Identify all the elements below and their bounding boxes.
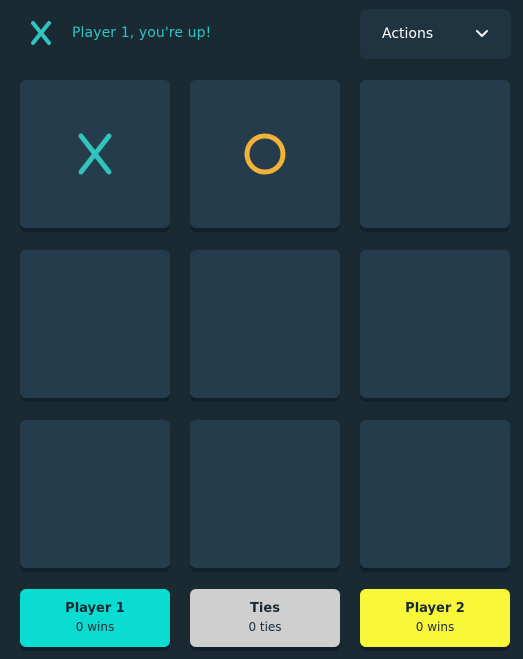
board-cell-1[interactable]: [20, 80, 170, 228]
actions-label: Actions: [382, 26, 434, 42]
board-cell-6[interactable]: [360, 250, 510, 398]
chevron-down-icon: [476, 30, 488, 37]
actions-dropdown[interactable]: Actions: [360, 9, 511, 59]
ties-score-title: Ties: [250, 601, 280, 616]
x-icon: [31, 21, 51, 45]
board-cell-7[interactable]: [20, 420, 170, 568]
player2-score-value: 0 wins: [415, 620, 455, 634]
board-cell-2[interactable]: [190, 80, 340, 228]
x-mark-icon: [78, 133, 112, 175]
board-cell-4[interactable]: [20, 250, 170, 398]
header: Player 1, you're up! Actions: [0, 0, 523, 70]
player2-score: Player 2 0 wins: [360, 589, 510, 647]
board-cell-8[interactable]: [190, 420, 340, 568]
score-bar: Player 1 0 wins Ties 0 ties Player 2 0 w…: [20, 589, 510, 647]
ties-score: Ties 0 ties: [190, 589, 340, 647]
game-board: [20, 80, 510, 568]
tic-tac-toe-app: Player 1, you're up! Actions Player 1 0 …: [0, 0, 523, 659]
o-mark-icon: [244, 133, 286, 175]
turn-indicator: Player 1, you're up!: [28, 14, 211, 52]
board-cell-9[interactable]: [360, 420, 510, 568]
player1-score-value: 0 wins: [75, 620, 115, 634]
player2-score-title: Player 2: [405, 601, 465, 616]
player1-score: Player 1 0 wins: [20, 589, 170, 647]
turn-text: Player 1, you're up!: [72, 25, 212, 41]
player1-score-title: Player 1: [65, 601, 125, 616]
board-cell-5[interactable]: [190, 250, 340, 398]
board-cell-3[interactable]: [360, 80, 510, 228]
ties-score-value: 0 ties: [248, 620, 282, 634]
